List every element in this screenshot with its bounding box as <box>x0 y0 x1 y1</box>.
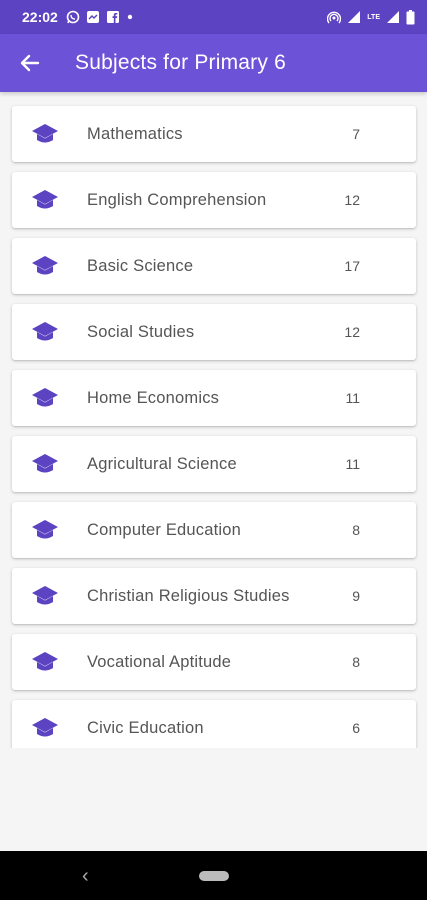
battery-icon <box>406 9 415 25</box>
subject-name: Civic Education <box>87 718 204 737</box>
subject-count: 7 <box>352 126 360 142</box>
graduation-cap-icon <box>32 586 58 605</box>
whatsapp-icon <box>66 10 80 24</box>
graduation-cap-icon <box>32 520 58 539</box>
subject-card[interactable]: Computer Education 8 <box>12 502 416 558</box>
app-bar: Subjects for Primary 6 <box>0 34 427 92</box>
subject-count: 9 <box>352 588 360 604</box>
subject-name: English Comprehension <box>87 190 267 209</box>
subject-count: 8 <box>352 654 360 670</box>
arrow-left-icon <box>20 54 40 72</box>
graduation-cap-icon <box>32 718 58 737</box>
facebook-icon <box>106 10 120 24</box>
subject-name: Christian Religious Studies <box>87 586 290 605</box>
graduation-cap-icon <box>32 388 58 407</box>
graduation-cap-icon <box>32 652 58 671</box>
lte-icon: LTE <box>367 13 380 21</box>
subject-card[interactable]: Vocational Aptitude 8 <box>12 634 416 690</box>
status-bar: 22:02 LTE <box>0 0 427 34</box>
graduation-cap-icon <box>32 190 58 209</box>
subject-name: Home Economics <box>87 388 220 407</box>
subject-card[interactable]: English Comprehension 12 <box>12 172 416 228</box>
graduation-cap-icon <box>32 454 58 473</box>
subject-card[interactable]: Social Studies 12 <box>12 304 416 360</box>
notification-icons <box>66 10 134 24</box>
subject-card[interactable]: Christian Religious Studies 9 <box>12 568 416 624</box>
subject-name: Vocational Aptitude <box>87 652 232 671</box>
back-button[interactable] <box>0 34 60 92</box>
subject-name: Mathematics <box>87 124 183 143</box>
subject-count: 12 <box>344 324 360 340</box>
subject-card[interactable]: Basic Science 17 <box>12 238 416 294</box>
dot-icon <box>126 10 134 24</box>
subject-card[interactable]: Agricultural Science 11 <box>12 436 416 492</box>
system-icons: LTE <box>327 9 415 25</box>
subject-count: 6 <box>352 720 360 736</box>
hotspot-icon <box>327 10 342 24</box>
nav-home-pill[interactable] <box>198 870 229 881</box>
subject-count: 11 <box>345 456 360 472</box>
subject-name: Computer Education <box>87 520 242 539</box>
graduation-cap-icon <box>32 124 58 143</box>
signal-icon <box>347 10 361 24</box>
graduation-cap-icon <box>32 322 58 341</box>
subject-card[interactable]: Home Economics 11 <box>12 370 416 426</box>
status-time: 22:02 <box>22 9 58 25</box>
subject-name: Basic Science <box>87 256 194 275</box>
subject-card[interactable]: Civic Education 6 <box>12 700 416 748</box>
messenger-icon <box>86 10 100 24</box>
subject-count: 11 <box>345 390 360 406</box>
page-title: Subjects for Primary 6 <box>75 51 286 74</box>
subject-count: 8 <box>352 522 360 538</box>
signal-icon <box>386 10 400 24</box>
subject-card[interactable]: Mathematics 7 <box>12 106 416 162</box>
subject-name: Social Studies <box>87 322 195 341</box>
graduation-cap-icon <box>32 256 58 275</box>
navigation-bar: ‹ <box>0 851 427 900</box>
nav-back-icon[interactable]: ‹ <box>82 865 89 888</box>
subject-count: 12 <box>344 192 360 208</box>
subject-name: Agricultural Science <box>87 454 237 473</box>
subject-count: 17 <box>344 258 360 274</box>
subjects-list[interactable]: Mathematics 7 English Comprehension 12 B… <box>0 92 427 748</box>
